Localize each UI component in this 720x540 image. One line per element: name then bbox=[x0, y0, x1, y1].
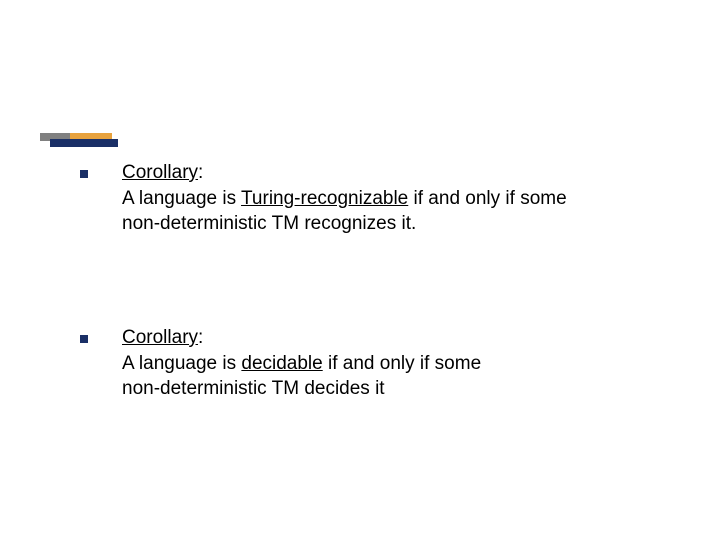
bullet-square-icon bbox=[80, 170, 88, 178]
defined-term: Turing-recognizable bbox=[241, 188, 408, 209]
bullet-text: Corollary: A language is Turing-recogniz… bbox=[122, 160, 567, 237]
bullet-text: Corollary: A language is decidable if an… bbox=[122, 325, 481, 402]
text-line2: non-deterministic TM decides it bbox=[122, 378, 385, 399]
text-suffix: if and only if some bbox=[323, 353, 481, 374]
corollary-label: Corollary bbox=[122, 162, 198, 183]
slide: Corollary: A language is Turing-recogniz… bbox=[0, 0, 720, 540]
text-prefix: A language is bbox=[122, 188, 241, 209]
text-line2: non-deterministic TM recognizes it. bbox=[122, 213, 416, 234]
list-item: Corollary: A language is Turing-recogniz… bbox=[80, 160, 660, 237]
text-prefix: A language is bbox=[122, 353, 241, 374]
content-area: Corollary: A language is Turing-recogniz… bbox=[80, 160, 660, 490]
text-suffix: if and only if some bbox=[408, 188, 566, 209]
list-item: Corollary: A language is decidable if an… bbox=[80, 325, 660, 402]
bullet-square-icon bbox=[80, 335, 88, 343]
corollary-label: Corollary bbox=[122, 327, 198, 348]
accent-bar-navy bbox=[50, 139, 118, 147]
defined-term: decidable bbox=[241, 353, 322, 374]
